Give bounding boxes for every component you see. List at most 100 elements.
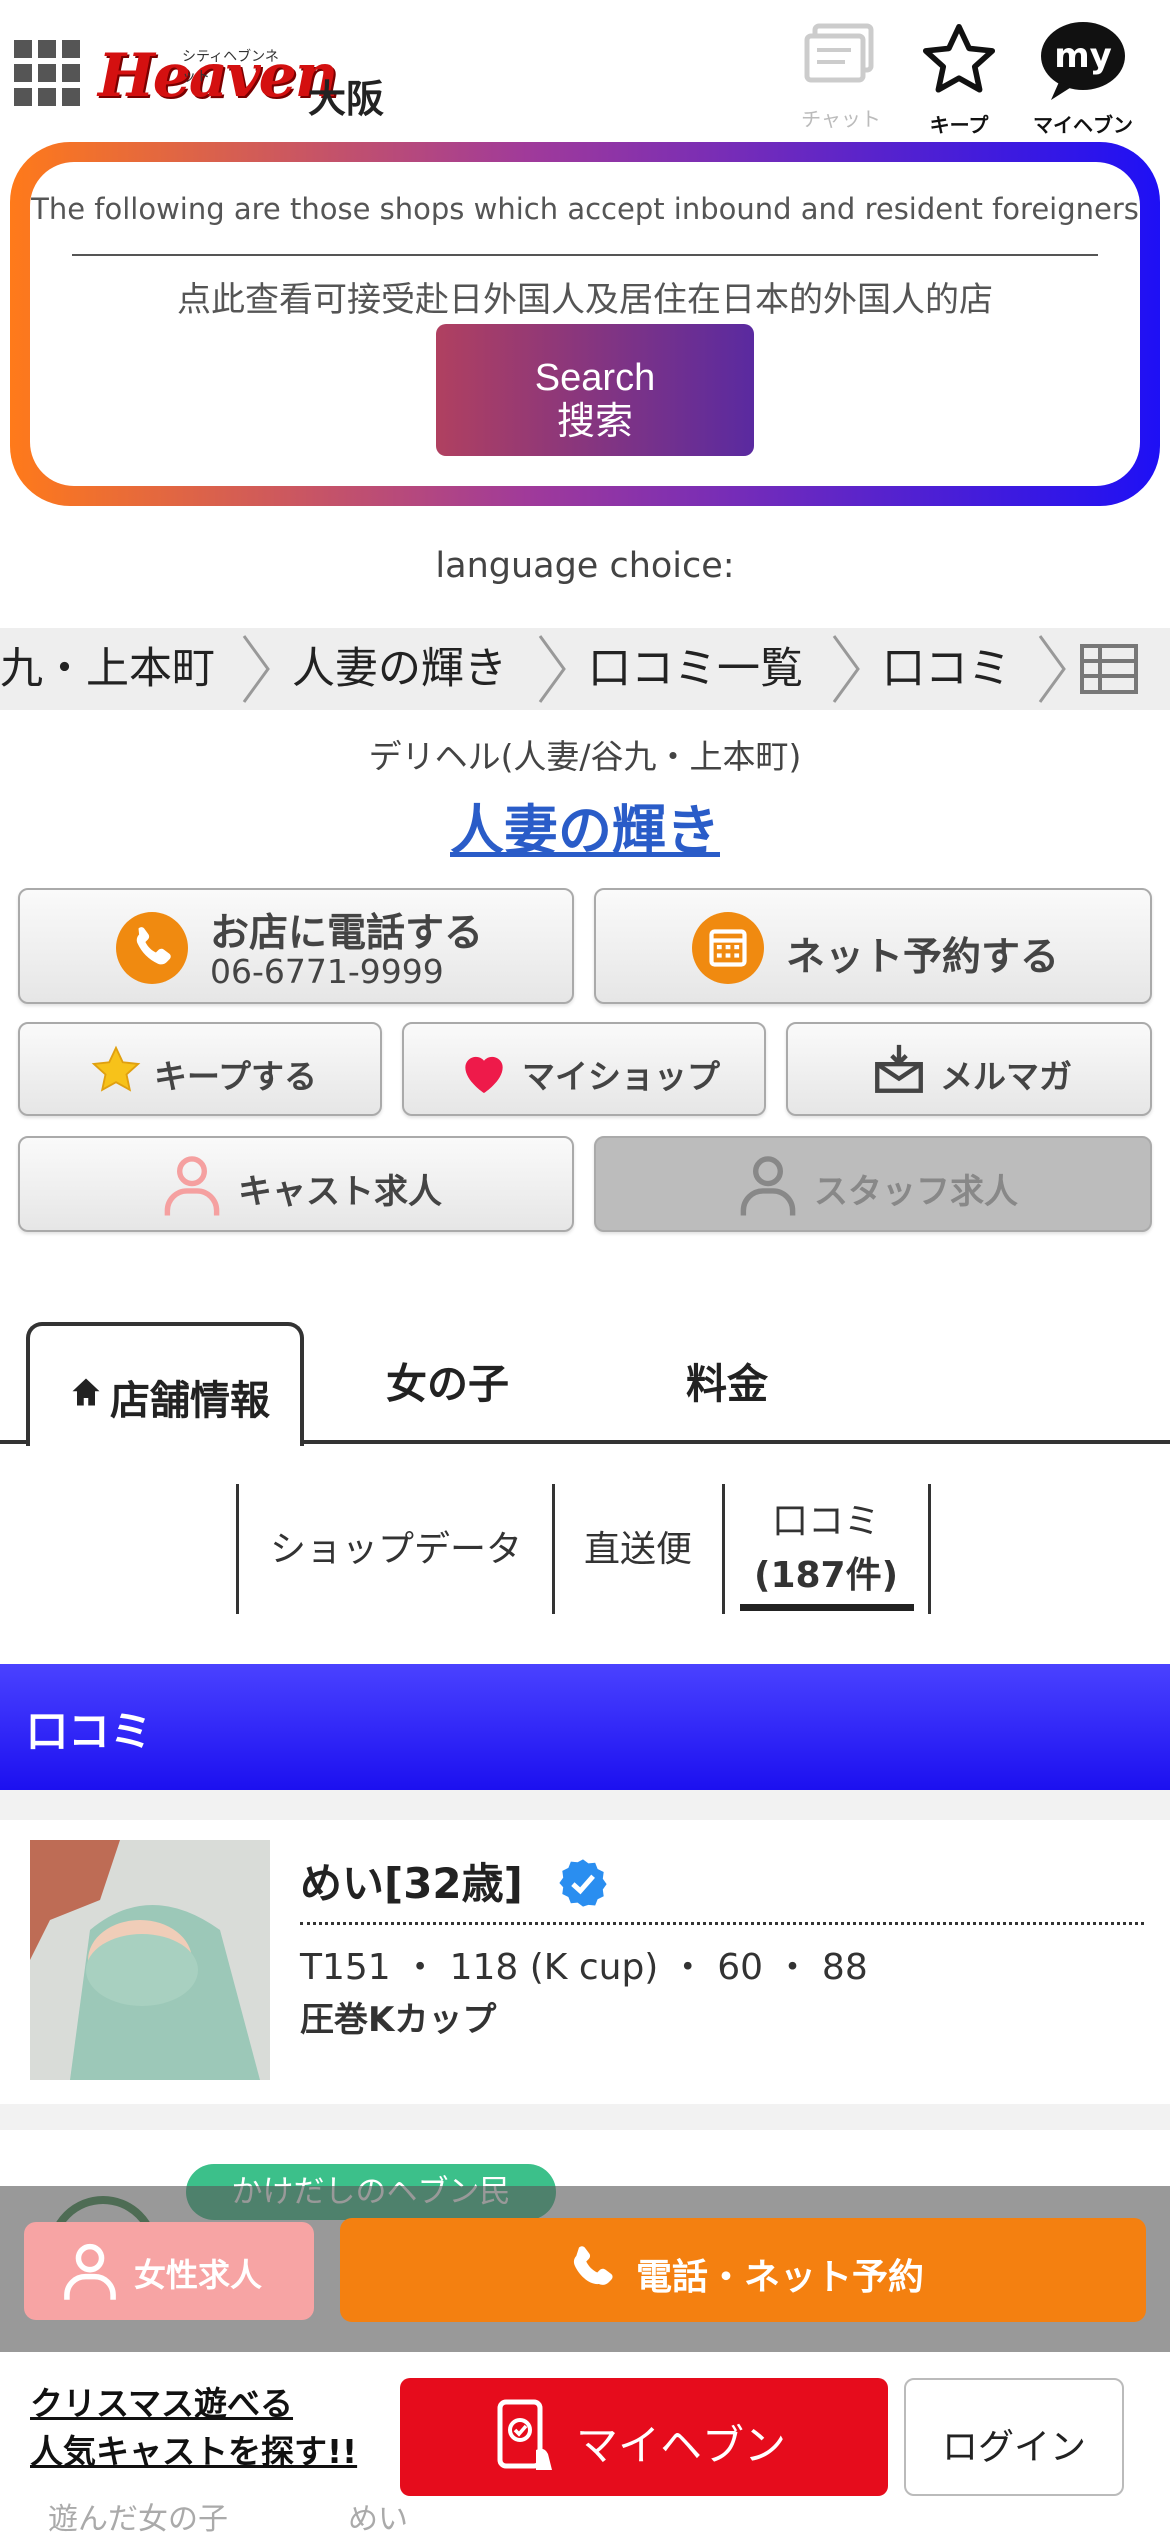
xmas-cast-link[interactable]: クリスマス遊べる 人気キャストを探す!! [30,2380,357,2476]
call-reserve-button[interactable]: 電話・ネット予約 [340,2218,1146,2322]
cast-spec: T151 ・ 118 (K cup) ・ 60 ・ 88 [300,1947,868,1988]
table-list-icon[interactable] [1080,644,1138,694]
myshop-label: マイショップ [522,1057,720,1096]
sub-navigation: ショップデータ 直送便 口コミ (187件) [0,1484,1170,1614]
subnav-kuchikomi[interactable]: 口コミ [772,1492,880,1544]
subnav-shop-data[interactable]: ショップデータ [270,1520,522,1572]
menu-grid-icon[interactable] [14,40,80,106]
cast-photo[interactable] [30,1840,270,2080]
female-recruit-label: 女性求人 [134,2256,263,2294]
breadcrumb-item-shop[interactable]: 人妻の輝き [292,628,507,710]
language-choice[interactable]: language choice: [0,546,1170,586]
section-title: 口コミ [26,1707,153,1756]
keep-button[interactable]: キープする [18,1022,382,1116]
inbound-english-text: The following are those shops which acce… [31,192,1139,226]
card-spacer [0,2104,1170,2130]
calendar-icon [709,929,747,967]
call-shop-label: お店に電話する [210,911,484,956]
subnav-separator [236,1484,239,1614]
chevron-right-icon [538,635,566,703]
inbound-search-button[interactable]: Search 搜索 [436,324,754,456]
cast-divider [300,1922,1144,1925]
subnav-direct[interactable]: 直送便 [584,1520,692,1572]
inbound-divider [72,254,1098,256]
myheaven-header-label: マイヘブン [1033,113,1133,137]
person-gray-icon [740,1156,796,1216]
call-shop-button[interactable]: お店に電話する 06-6771-9999 [18,888,574,1004]
keep-header-button[interactable]: キープ [904,18,1014,138]
chat-label: チャット [801,107,881,131]
tab-shop-info-label: 店舗情報 [110,1378,270,1424]
cast-recruit-button[interactable]: キャスト求人 [18,1136,574,1232]
xmas-line-1: クリスマス遊べる [30,2384,294,2423]
shop-type: デリヘル(人妻/谷九・上本町) [368,737,802,776]
mail-download-icon [875,1044,923,1093]
myheaven-button-label: マイヘブン [576,2421,787,2470]
phone-white-icon [573,2246,613,2285]
card-spacer [0,1790,1170,1820]
breadcrumb-item-review: 口コミ [882,644,1011,694]
shop-name-link[interactable]: 人妻の輝き [0,786,1170,865]
subnav-kuchikomi-count: (187件) [754,1555,899,1596]
net-reserve-label: ネット予約する [786,935,1060,980]
visited-label: 遊んだ女の子 [48,2502,228,2532]
search-label-en: Search [534,357,656,399]
subnav-separator [928,1484,931,1614]
mailmag-button[interactable]: メルマガ [786,1022,1152,1116]
tab-shop-info[interactable]: 店舗情報 [26,1322,304,1446]
region-label: 大阪 [308,77,385,121]
female-recruit-button[interactable]: 女性求人 [24,2222,314,2320]
cast-photo-figure [30,1840,270,2080]
cast-recruit-label: キャスト求人 [238,1172,442,1212]
breadcrumb: 九・上本町 人妻の輝き 口コミ一覧 口コミ [0,628,1170,710]
site-logo[interactable]: Heaven シティヘブンネット [98,36,338,116]
cast-card[interactable]: めい[32歳] T151 ・ 118 (K cup) ・ 60 ・ 88 圧巻K… [0,1820,1170,2104]
chevron-right-icon [1038,635,1066,703]
star-outline-icon [922,23,996,93]
verified-badge-icon [559,1859,607,1907]
call-shop-number: 06-6771-9999 [210,952,444,991]
staff-recruit-label: スタッフ求人 [814,1172,1018,1212]
chat-icon [804,23,874,83]
chevron-right-icon [832,635,860,703]
calendar-circle [692,912,764,984]
heart-icon [465,1056,503,1093]
chat-button[interactable]: チャット [786,18,896,138]
keep-header-label: キープ [929,113,989,137]
net-reserve-button[interactable]: ネット予約する [594,888,1152,1004]
login-button[interactable]: ログイン [904,2378,1124,2496]
myshop-button[interactable]: マイショップ [402,1022,766,1116]
inbound-chinese-text: 点此查看可接受赴日外国人及居住在日本的外国人的店 [177,280,993,320]
inbound-banner[interactable]: The following are those shops which acce… [10,142,1160,506]
cast-name[interactable]: めい[32歳] [300,1850,523,1911]
phone-icon [136,927,171,965]
cast-catchphrase: 圧巻Kカップ [300,2000,497,2040]
myheaven-header-button[interactable]: my マイヘブン [1028,18,1138,138]
header: Heaven シティヘブンネット 大阪 チャット キープ my マイヘブン [0,0,1170,140]
xmas-line-2: 人気キャストを探す!! [30,2432,358,2471]
breadcrumb-item-review-list[interactable]: 口コミ一覧 [588,628,803,710]
visited-name: めい [348,2502,408,2532]
call-reserve-label: 電話・ネット予約 [636,2257,925,2298]
star-icon [91,1045,141,1092]
subnav-separator [722,1484,725,1614]
person-pink-icon [164,1156,220,1216]
section-header: 口コミ [0,1664,1170,1790]
inbound-banner-inner: The following are those shops which acce… [30,162,1140,486]
keep-label: キープする [154,1057,318,1096]
staff-recruit-button[interactable]: スタッフ求人 [594,1136,1152,1232]
mailmag-label: メルマガ [940,1057,1072,1096]
phone-tap-icon [497,2399,552,2470]
chevron-right-icon [242,635,270,703]
myheaven-button[interactable]: マイヘブン [400,2378,888,2496]
logo-subtext: シティヘブンネット [182,49,279,85]
person-white-icon [64,2243,116,2300]
myheaven-icon-text: my [1054,36,1112,76]
login-label: ログイン [941,2427,1086,2468]
breadcrumb-item-area[interactable]: 九・上本町 [0,628,215,710]
search-label-cn: 搜索 [556,401,633,443]
tab-girls[interactable]: 女の子 [386,1350,509,1410]
phone-circle [116,912,188,984]
tab-price[interactable]: 料金 [686,1350,768,1410]
subnav-active-indicator [740,1604,914,1611]
